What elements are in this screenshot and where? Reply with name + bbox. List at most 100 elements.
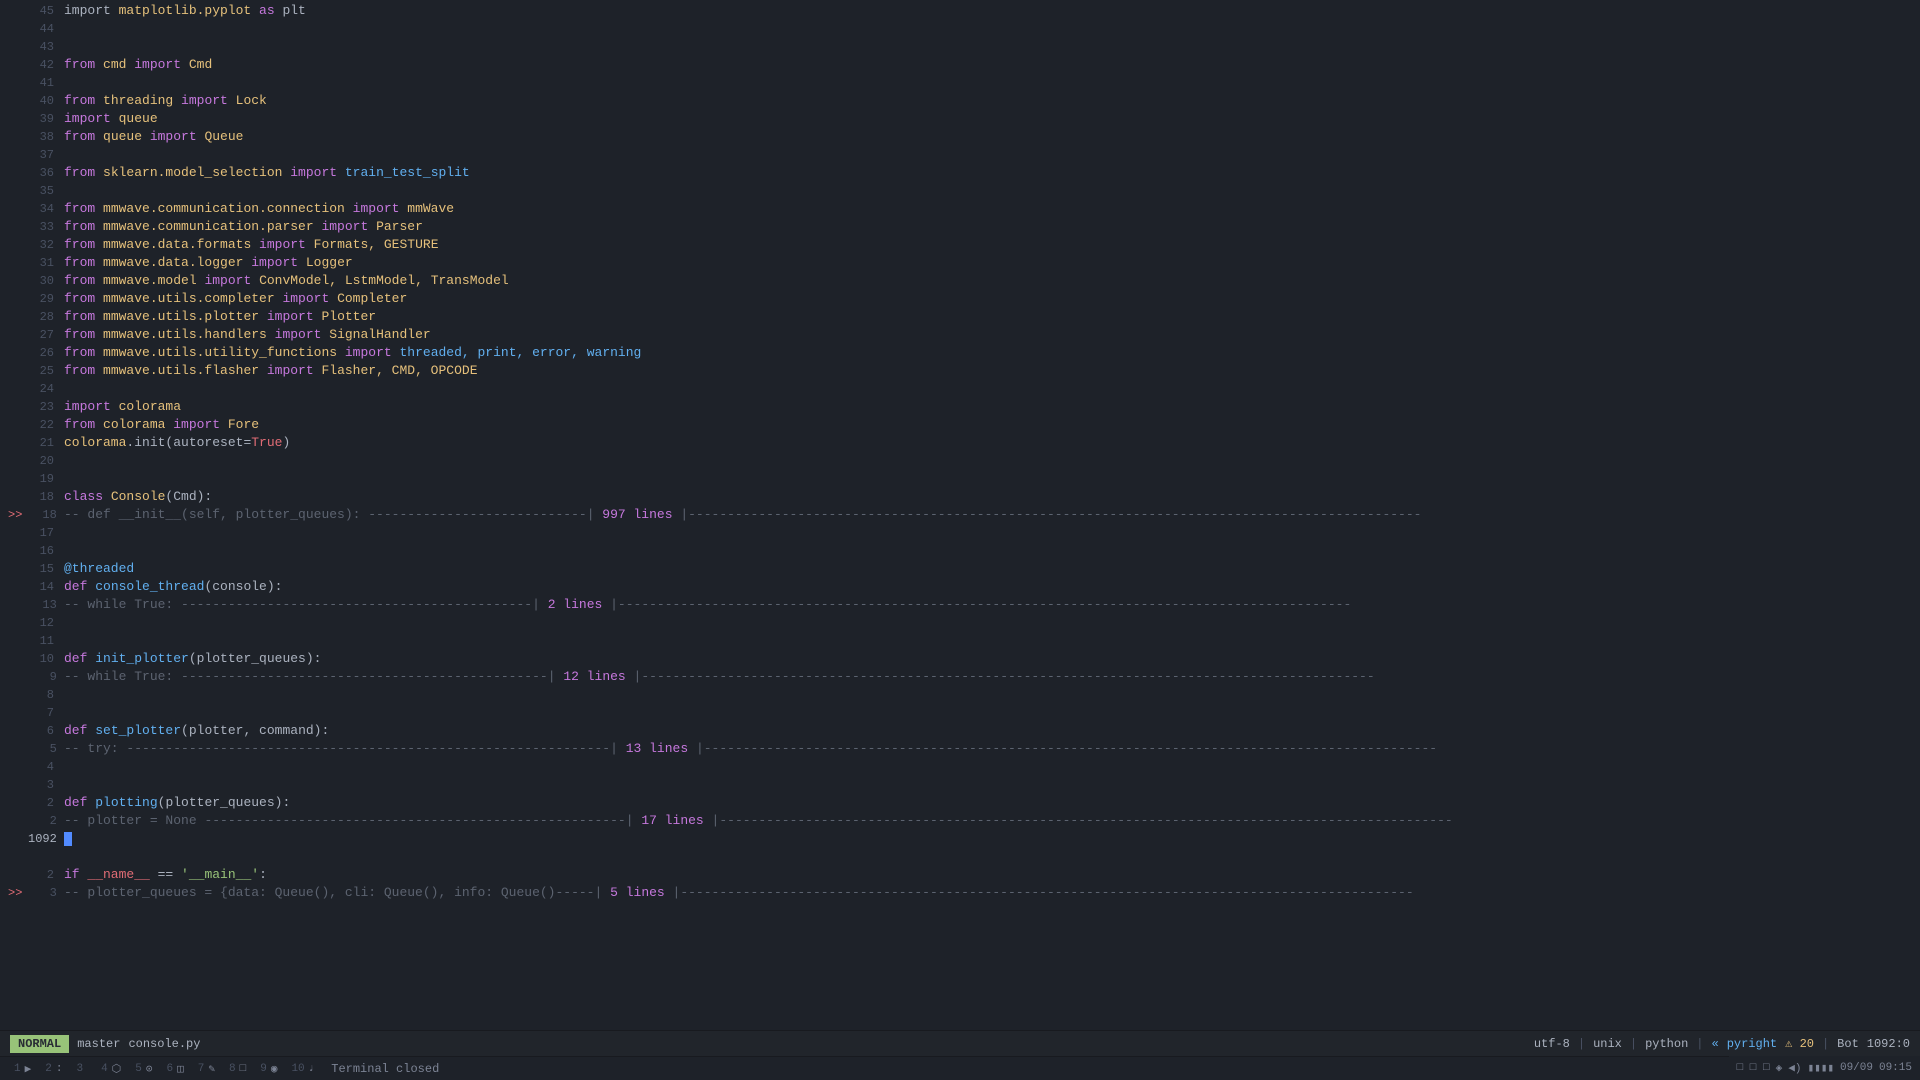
code-content: from mmwave.data.formats import Formats,…	[64, 236, 1912, 254]
code-content: from queue import Queue	[64, 128, 1912, 146]
token: def	[64, 795, 95, 810]
code-line: 21colorama.init(autoreset=True)	[0, 434, 1920, 452]
token: Completer	[337, 291, 407, 306]
token: from	[64, 201, 103, 216]
tab-item[interactable]: 1▶	[8, 1060, 37, 1078]
tab-icon: ✎	[208, 1062, 215, 1076]
code-content: from mmwave.utils.utility_functions impo…	[64, 344, 1912, 362]
token: mmwave.communication.parser	[103, 219, 314, 234]
line-number: 41	[28, 74, 64, 92]
code-line: 7	[0, 704, 1920, 722]
token: ----------------------------------------…	[126, 741, 610, 756]
token: (console):	[204, 579, 282, 594]
token: -- while True:	[64, 597, 181, 612]
code-line: 27from mmwave.utils.handlers import Sign…	[0, 326, 1920, 344]
token: |	[665, 885, 681, 900]
token: sklearn.model_selection	[103, 165, 282, 180]
tab-number: 6	[167, 1063, 174, 1075]
code-content: from mmwave.utils.plotter import Plotter	[64, 308, 1912, 326]
git-branch: master	[77, 1037, 120, 1051]
code-line: 2if __name__ == '__main__':	[0, 866, 1920, 884]
tab-icon: □	[240, 1063, 247, 1075]
code-line: >> 18-- def __init__(self, plotter_queue…	[0, 506, 1920, 524]
tab-number: 3	[76, 1063, 83, 1075]
line-number: 4	[28, 758, 64, 776]
token: set_plotter	[95, 723, 181, 738]
code-editor[interactable]: 45import matplotlib.pyplot as plt444342f…	[0, 0, 1920, 1030]
token: console_thread	[95, 579, 204, 594]
token: mmwave.utils.utility_functions	[103, 345, 337, 360]
token: :	[259, 867, 267, 882]
token: |	[704, 813, 720, 828]
tab-icon: ▶	[25, 1062, 32, 1076]
token: colorama	[64, 435, 126, 450]
tab-item[interactable]: 7✎	[192, 1060, 221, 1078]
token: ----------------------------------------…	[704, 741, 1437, 756]
token: -- while True:	[64, 669, 181, 684]
code-content: import matplotlib.pyplot as plt	[64, 2, 1912, 20]
token: import	[197, 273, 259, 288]
code-line: 13-- while True: -----------------------…	[0, 596, 1920, 614]
token: Lock	[236, 93, 267, 108]
line-indicator: >>	[8, 884, 28, 902]
bottom-bar: 1▶2:34⬡5⊙6◫7✎8□9◉10♩ Terminal closed	[0, 1056, 1920, 1080]
tab-item[interactable]: 2:	[39, 1061, 68, 1077]
token: |	[595, 885, 611, 900]
token: import	[251, 237, 313, 252]
tab-item[interactable]: 5⊙	[129, 1060, 158, 1078]
token: plt	[282, 3, 305, 18]
tab-item[interactable]: 4⬡	[95, 1060, 127, 1078]
token: |	[532, 597, 548, 612]
tab-item[interactable]: 6◫	[161, 1060, 190, 1078]
token: from	[64, 309, 103, 324]
line-number: 3	[28, 776, 64, 794]
code-content: from mmwave.model import ConvModel, Lstm…	[64, 272, 1912, 290]
tab-icon: ⊙	[146, 1062, 153, 1076]
line-number: 10	[28, 650, 64, 668]
tab-item[interactable]: 3	[70, 1061, 93, 1077]
token: matplotlib.pyplot	[119, 3, 252, 18]
token: Queue	[204, 129, 243, 144]
code-line: 35	[0, 182, 1920, 200]
tab-number: 4	[101, 1063, 108, 1075]
status-right: utf-8 | unix | python | « pyright ⚠ 20 |…	[1534, 1036, 1910, 1051]
line-number: 14	[28, 578, 64, 596]
code-line: 8	[0, 686, 1920, 704]
code-line: 28from mmwave.utils.plotter import Plott…	[0, 308, 1920, 326]
line-number: 25	[28, 362, 64, 380]
line-number: 20	[28, 452, 64, 470]
token: def	[64, 579, 95, 594]
token: import	[64, 111, 119, 126]
token: from	[64, 273, 103, 288]
token: import	[243, 255, 305, 270]
token: from	[64, 57, 103, 72]
token: 12 lines	[563, 669, 625, 684]
token: |	[626, 813, 642, 828]
bottom-area: 1▶2:34⬡5⊙6◫7✎8□9◉10♩ Terminal closed □ □…	[0, 1056, 1920, 1080]
code-content: import queue	[64, 110, 1912, 128]
token: ConvModel, LstmModel, TransModel	[259, 273, 509, 288]
cursor-position: 1092:0	[1867, 1037, 1910, 1051]
token: 997 lines	[602, 507, 672, 522]
line-number: 38	[28, 128, 64, 146]
token: 17 lines	[641, 813, 703, 828]
token: (plotter, command):	[181, 723, 329, 738]
tab-item[interactable]: 9◉	[254, 1060, 283, 1078]
code-line: 25from mmwave.utils.flasher import Flash…	[0, 362, 1920, 380]
token: |	[626, 669, 642, 684]
token: Flasher, CMD, OPCODE	[321, 363, 477, 378]
token: .init(autoreset=	[126, 435, 251, 450]
line-number: 30	[28, 272, 64, 290]
token: ----------------------------------------…	[618, 597, 1351, 612]
token: |	[602, 597, 618, 612]
line-number: 45	[28, 2, 64, 20]
tab-item[interactable]: 10♩	[285, 1061, 321, 1077]
token: mmwave.utils.flasher	[103, 363, 259, 378]
volume-icon: ◀)	[1788, 1061, 1801, 1075]
token: from	[64, 417, 103, 432]
token: threading	[103, 93, 173, 108]
tab-item[interactable]: 8□	[223, 1061, 252, 1077]
token: import	[259, 363, 321, 378]
token: 5 lines	[610, 885, 665, 900]
code-content: -- def __init__(self, plotter_queues): -…	[64, 506, 1912, 524]
